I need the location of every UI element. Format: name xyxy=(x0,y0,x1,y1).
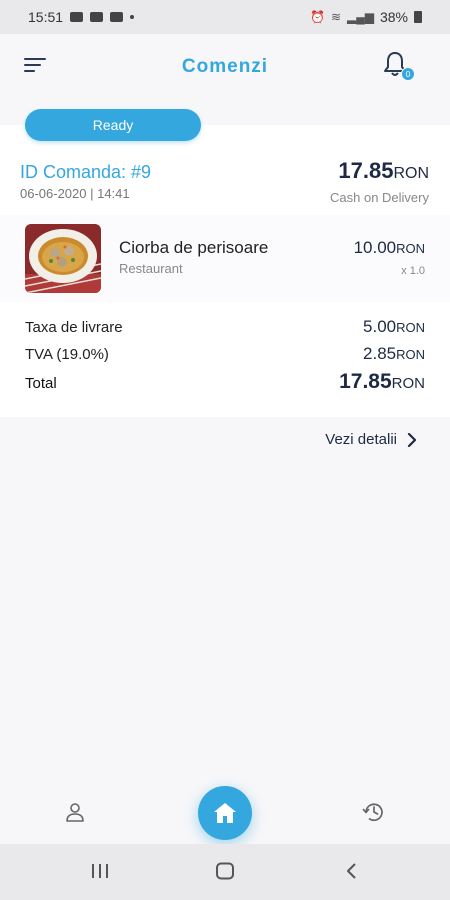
alarm-icon: ⏰ xyxy=(309,10,325,24)
home-icon xyxy=(214,803,236,823)
currency-label: RON xyxy=(393,165,429,182)
system-home-button[interactable] xyxy=(215,862,235,885)
order-total-amount: 17.85 xyxy=(338,158,394,183)
payment-method: Cash on Delivery xyxy=(330,190,429,205)
signal-icon: ▂▄▆ xyxy=(347,10,374,24)
summary-label: Taxa de livrare xyxy=(25,319,123,336)
chevron-right-icon xyxy=(407,432,417,447)
summary-row-delivery: Taxa de livrare 5.00RON xyxy=(25,317,425,337)
currency-label: RON xyxy=(396,347,425,362)
mail-icon xyxy=(90,12,104,22)
currency-label: RON xyxy=(396,241,425,256)
user-icon xyxy=(66,803,84,822)
currency-label: RON xyxy=(396,320,425,335)
currency-label: RON xyxy=(391,375,425,392)
order-total-header: 17.85RON xyxy=(338,158,429,184)
wifi-icon: ≋ xyxy=(330,10,341,24)
order-date: 06-06-2020 | 14:41 xyxy=(20,186,130,201)
total-label: Total xyxy=(25,375,57,392)
view-details-link[interactable]: Vezi detalii xyxy=(325,431,417,448)
order-status-badge: Ready xyxy=(25,109,201,141)
summary-row-total: Total 17.85RON xyxy=(25,370,425,394)
recent-apps-button[interactable] xyxy=(90,862,110,885)
summary-value: 2.85RON xyxy=(363,344,425,364)
view-details-label: Vezi detalii xyxy=(325,431,397,448)
system-back-button[interactable] xyxy=(345,862,359,885)
summary-value-number: 2.85 xyxy=(363,344,397,363)
item-name: Ciorba de perisoare xyxy=(119,238,269,257)
notification-badge: 0 xyxy=(401,67,415,81)
page-title: Comenzi xyxy=(181,56,269,77)
history-icon xyxy=(362,803,383,822)
item-price-value: 10.00 xyxy=(353,238,397,257)
battery-icon xyxy=(414,11,422,23)
item-source: Restaurant xyxy=(119,261,183,276)
app-header: Comenzi 0 xyxy=(0,34,450,100)
history-nav-button[interactable] xyxy=(362,800,386,829)
item-price: 10.00RON xyxy=(354,238,425,258)
summary-label: TVA (19.0%) xyxy=(25,346,109,363)
total-value: 17.85RON xyxy=(339,370,425,394)
food-image xyxy=(25,224,101,293)
status-bar: 15:51 ⏰ ≋ ▂▄▆ 38% xyxy=(0,0,450,34)
summary-value: 5.00RON xyxy=(363,317,425,337)
notifications-button[interactable]: 0 xyxy=(382,50,415,82)
total-value-number: 17.85 xyxy=(339,370,392,393)
system-navigation-bar xyxy=(0,844,450,900)
notification-dot-icon xyxy=(130,15,135,19)
home-nav-button[interactable] xyxy=(198,786,252,840)
recent-apps-icon xyxy=(92,864,108,878)
item-quantity: x 1.0 xyxy=(401,265,425,277)
summary-value-number: 5.00 xyxy=(363,317,397,336)
system-home-icon xyxy=(216,862,234,880)
summary-row-vat: TVA (19.0%) 2.85RON xyxy=(25,344,425,364)
back-icon xyxy=(347,863,356,879)
mail-icon xyxy=(70,12,84,22)
profile-nav-button[interactable] xyxy=(65,802,85,827)
youtube-icon xyxy=(110,12,124,22)
battery-level: 38% xyxy=(379,9,408,25)
status-time: 15:51 xyxy=(28,9,64,25)
menu-icon[interactable] xyxy=(24,56,48,76)
order-id: ID Comanda: #9 xyxy=(20,162,152,182)
